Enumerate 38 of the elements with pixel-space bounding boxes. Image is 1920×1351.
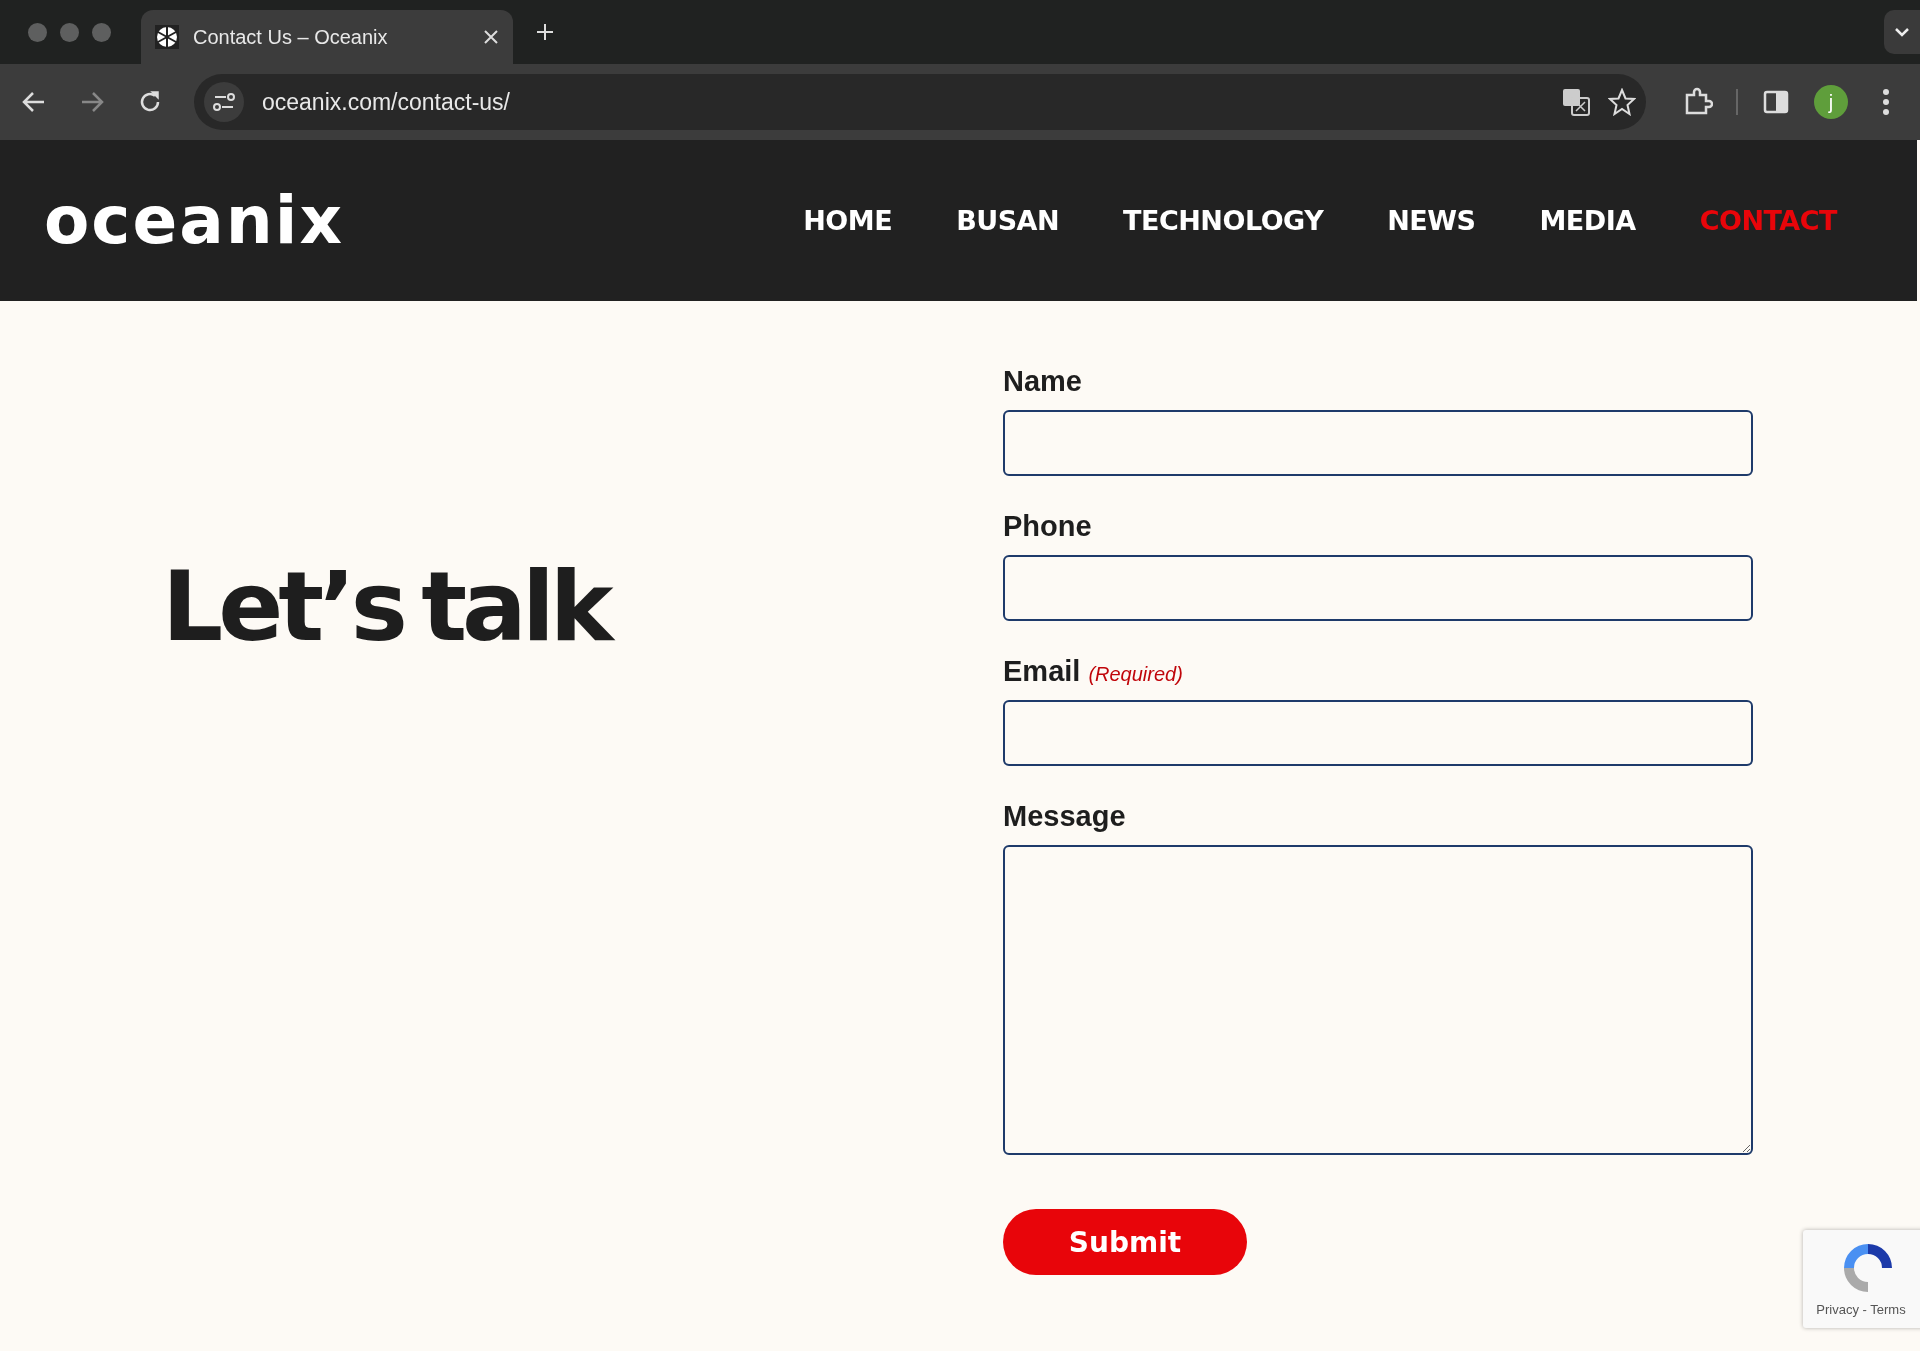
input-field[interactable] bbox=[1003, 700, 1753, 766]
input-field[interactable] bbox=[1003, 410, 1753, 476]
submit-button[interactable]: Submit bbox=[1003, 1209, 1247, 1275]
page-heading: Let’s talk bbox=[162, 551, 1003, 663]
chevron-down-icon bbox=[1894, 27, 1910, 37]
new-tab-icon[interactable] bbox=[535, 22, 555, 42]
nav-link[interactable]: TECHNOLOGY bbox=[1123, 205, 1324, 236]
nav-link[interactable]: NEWS bbox=[1387, 205, 1476, 236]
nav-link[interactable]: HOME bbox=[803, 205, 893, 236]
privacy-terms-links[interactable]: Privacy - Terms bbox=[1816, 1302, 1906, 1317]
close-icon[interactable] bbox=[483, 29, 499, 45]
browser-tab[interactable]: Contact Us – Oceanix bbox=[141, 10, 513, 64]
field-label: Phone bbox=[1003, 510, 1092, 543]
url-text: oceanix.com/contact-us/ bbox=[262, 88, 511, 116]
bookmark-star-icon[interactable] bbox=[1608, 88, 1636, 116]
menu-icon[interactable] bbox=[1883, 89, 1889, 115]
reload-icon[interactable] bbox=[138, 90, 162, 114]
window-close-dot[interactable] bbox=[28, 22, 47, 42]
back-icon[interactable] bbox=[22, 91, 46, 113]
site-settings-icon[interactable] bbox=[204, 82, 244, 122]
favicon-icon bbox=[155, 25, 179, 49]
nav-link[interactable]: BUSAN bbox=[956, 205, 1060, 236]
site-logo[interactable]: oceanix bbox=[44, 182, 344, 259]
input-field[interactable] bbox=[1003, 555, 1753, 621]
side-panel-icon[interactable] bbox=[1763, 90, 1789, 114]
translate-icon[interactable] bbox=[1562, 88, 1590, 116]
required-note: (Required) bbox=[1088, 663, 1183, 686]
field-label: Message bbox=[1003, 800, 1126, 833]
recaptcha-badge[interactable]: Privacy - Terms bbox=[1803, 1230, 1920, 1328]
nav-link[interactable]: MEDIA bbox=[1539, 205, 1636, 236]
field-label: Email bbox=[1003, 655, 1081, 688]
window-maximize-dot[interactable] bbox=[92, 22, 111, 42]
puzzle-icon[interactable] bbox=[1683, 87, 1713, 117]
field-label: Name bbox=[1003, 365, 1082, 398]
tab-list-button[interactable] bbox=[1884, 10, 1920, 54]
address-bar[interactable]: oceanix.com/contact-us/ bbox=[194, 74, 1646, 130]
window-minimize-dot[interactable] bbox=[60, 22, 79, 42]
forward-icon[interactable] bbox=[80, 91, 104, 113]
